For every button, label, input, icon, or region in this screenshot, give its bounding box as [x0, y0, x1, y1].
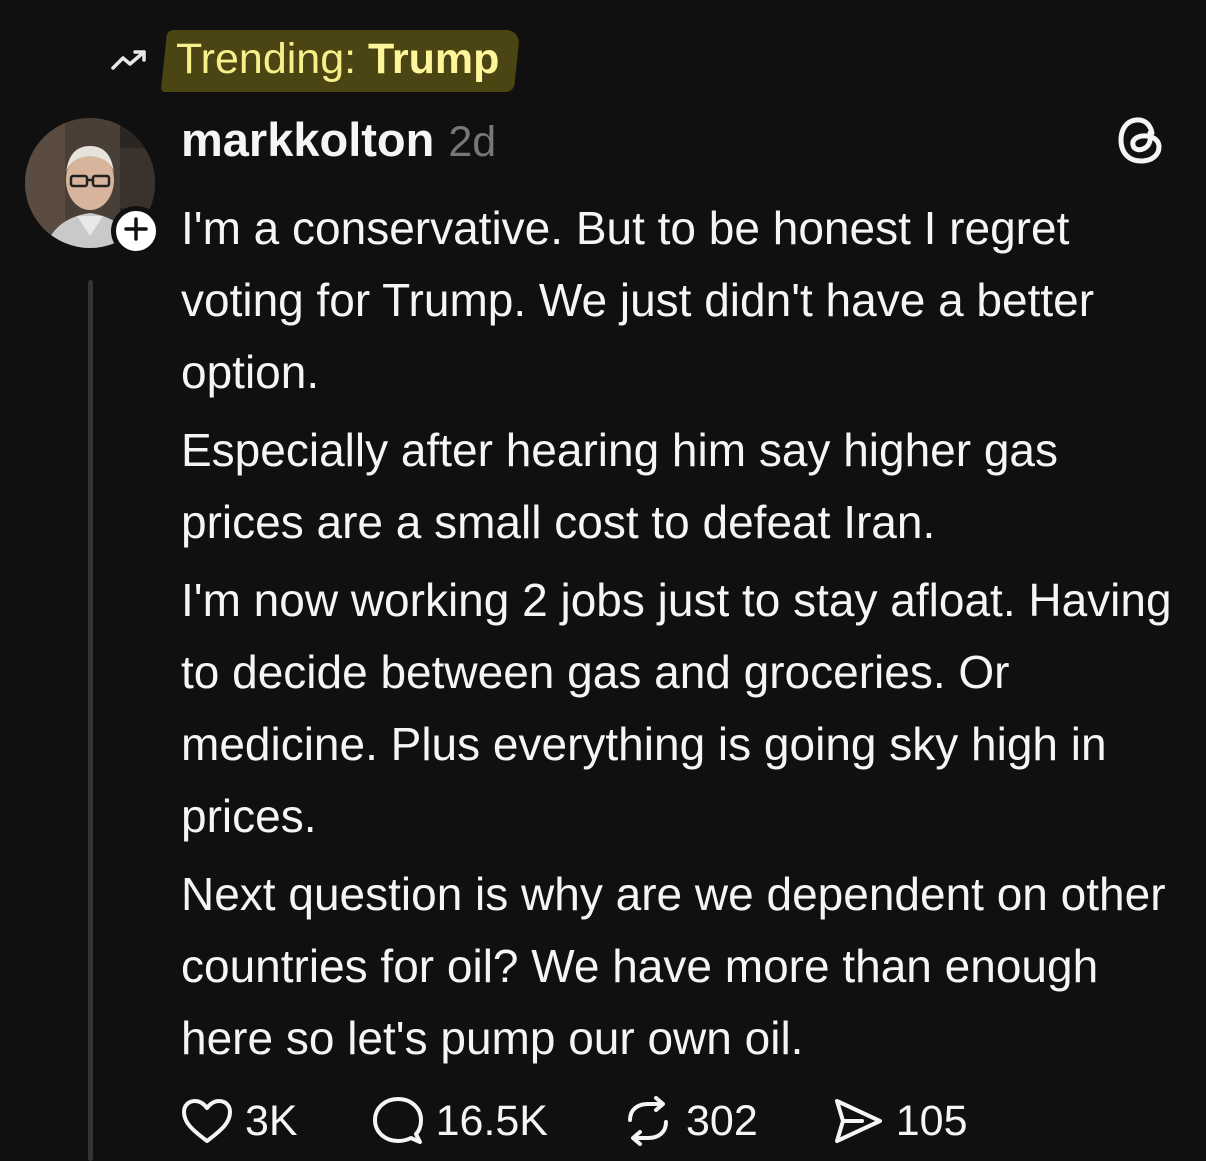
reply-count: 16.5K — [435, 1096, 548, 1145]
username[interactable]: markkolton — [181, 112, 434, 167]
heart-icon — [181, 1098, 233, 1144]
share-button[interactable]: 105 — [832, 1096, 968, 1146]
trending-header[interactable]: Trending: Trump — [110, 28, 517, 92]
like-count: 3K — [245, 1096, 298, 1145]
post-paragraph: Next question is why are we dependent on… — [181, 868, 1166, 1064]
trending-topic: Trump — [368, 35, 500, 83]
repost-button[interactable]: 302 — [622, 1096, 758, 1146]
send-icon — [832, 1097, 884, 1145]
repost-icon — [622, 1096, 674, 1146]
comment-icon — [372, 1096, 424, 1146]
post-paragraph: I'm now working 2 jobs just to stay aflo… — [181, 574, 1172, 842]
reply-button[interactable]: 16.5K — [372, 1096, 548, 1146]
repost-count: 302 — [685, 1096, 758, 1145]
trending-up-icon — [110, 48, 150, 72]
post-header: markkolton 2d — [181, 112, 496, 167]
post-body[interactable]: I'm a conservative. But to be honest I r… — [181, 192, 1181, 1080]
trending-prefix: Trending: — [176, 35, 369, 83]
follow-button[interactable] — [111, 206, 161, 256]
like-button[interactable]: 3K — [181, 1097, 298, 1146]
threads-logo-icon — [1116, 113, 1166, 167]
post-paragraph: I'm a conservative. But to be honest I r… — [181, 202, 1095, 398]
timestamp[interactable]: 2d — [448, 118, 496, 167]
plus-icon — [123, 216, 149, 247]
thread-line — [88, 280, 93, 1161]
trending-topic-pill[interactable]: Trending: Trump — [164, 28, 517, 92]
post-paragraph: Especially after hearing him say higher … — [181, 424, 1059, 548]
post-actions: 3K 16.5K 302 105 — [181, 1093, 967, 1149]
share-count: 105 — [895, 1096, 968, 1145]
